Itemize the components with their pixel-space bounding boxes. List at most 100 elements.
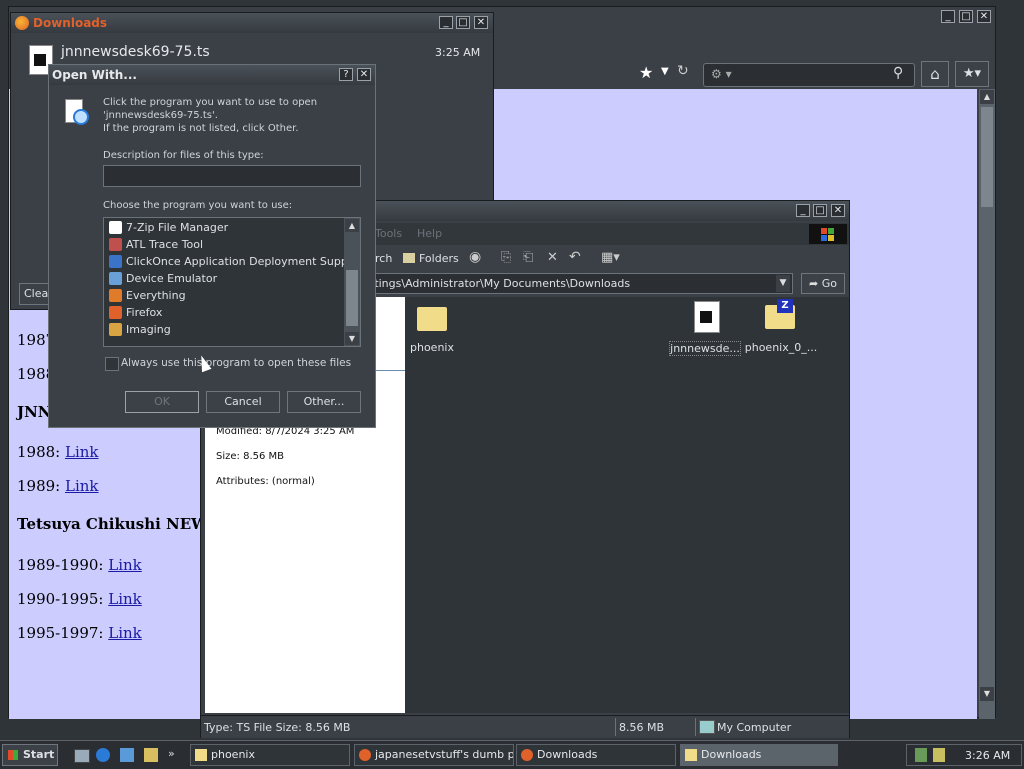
folders-button[interactable]: Folders [419, 252, 459, 265]
browser-maximize-button[interactable]: □ [959, 10, 973, 23]
explorer-maximize-button[interactable]: □ [813, 204, 827, 217]
delete-icon[interactable]: ✕ [547, 250, 558, 265]
clock: 3:26 AM [965, 749, 1011, 762]
page-link[interactable]: Link [65, 443, 99, 461]
browser-close-button[interactable]: ✕ [977, 10, 991, 23]
scroll-up-arrow-icon[interactable]: ▲ [980, 90, 994, 104]
sync-icon[interactable]: ◉ [469, 249, 481, 265]
status-middle: 8.56 MB [619, 721, 665, 734]
program-list[interactable]: 7-Zip File Manager ATL Trace Tool ClickOnc… [103, 217, 361, 347]
firefox-icon [15, 16, 29, 30]
tray-network-icon[interactable] [915, 748, 927, 762]
other-button[interactable]: Other... [287, 391, 361, 413]
program-name: Device Emulator [126, 272, 218, 285]
program-item[interactable]: 7-Zip File Manager [108, 219, 228, 236]
program-item[interactable]: ClickOnce Application Deployment Suppor.… [108, 253, 360, 270]
search-engine-icon[interactable]: ⚙ ▾ [711, 67, 732, 81]
dialog-close-button[interactable]: ✕ [357, 68, 371, 81]
page-link[interactable]: Link [108, 624, 142, 642]
file-area: phoenix jnnnewsde... Z phoenix_0_... [405, 297, 849, 713]
scroll-down-arrow-icon[interactable]: ▼ [980, 687, 994, 701]
tray-app-icon[interactable] [933, 748, 945, 762]
folders-icon [403, 253, 415, 263]
reload-icon[interactable]: ↻ [677, 63, 689, 79]
open-with-titlebar[interactable]: Open With... [49, 65, 375, 85]
search-magnifier-icon[interactable]: ⚲ [893, 65, 903, 81]
explorer-close-button[interactable]: ✕ [831, 204, 845, 217]
page-line: 1995-1997: Link [17, 624, 142, 642]
dropdown-arrow-icon[interactable]: ▼ [661, 66, 669, 77]
search-button-label[interactable]: rch [375, 252, 392, 265]
scroll-thumb[interactable] [981, 107, 993, 207]
page-line-label: 1989: [17, 477, 65, 495]
page-line-label: 1989-1990: [17, 556, 109, 574]
description-field[interactable] [103, 165, 361, 187]
file-item-phoenix-zip[interactable]: Z phoenix_0_... [741, 297, 821, 357]
undo-icon[interactable]: ↶ [569, 249, 581, 265]
start-button[interactable]: Start [2, 744, 58, 766]
program-icon [109, 255, 122, 268]
quicklaunch-desktop-icon[interactable] [74, 749, 90, 763]
move-to-icon[interactable]: ⎘ [501, 250, 511, 265]
help-button[interactable]: ? [339, 68, 353, 81]
program-item[interactable]: Firefox [108, 304, 162, 321]
cancel-button[interactable]: Cancel [206, 391, 280, 413]
file-item-phoenix[interactable]: phoenix [409, 301, 455, 354]
taskbar-item[interactable]: phoenix [190, 744, 350, 766]
downloads-titlebar[interactable]: Downloads [11, 13, 493, 33]
views-icon[interactable]: ▦▾ [601, 250, 620, 265]
search-box[interactable] [703, 63, 915, 87]
go-arrow-icon: ➦ [809, 277, 819, 290]
program-list-scrollbar[interactable]: ▲ ▼ [344, 218, 360, 346]
status-bar: Type: TS File Size: 8.56 MB 8.56 MB My C… [201, 715, 849, 738]
explorer-minimize-button[interactable]: _ [796, 204, 810, 217]
address-value: ttings\Administrator\My Documents\Downlo… [370, 277, 631, 290]
file-name: phoenix [410, 341, 454, 354]
taskbar-item[interactable]: Downloads [516, 744, 676, 766]
page-link[interactable]: Link [65, 477, 99, 495]
program-name: ATL Trace Tool [126, 238, 204, 251]
page-link[interactable]: Link [108, 556, 142, 574]
ok-button[interactable]: OK [125, 391, 199, 413]
page-line: 1988: Link [17, 443, 99, 461]
menu-item-tools[interactable]: Tools [375, 227, 402, 240]
go-button[interactable]: ➦ Go [801, 273, 845, 294]
program-item[interactable]: ATL Trace Tool [108, 236, 203, 253]
taskbar-item[interactable]: Downloads [680, 744, 838, 766]
always-use-label[interactable]: Always use this program to open these fi… [121, 357, 351, 369]
list-scroll-down-icon[interactable]: ▼ [345, 332, 359, 345]
downloads-close-button[interactable]: ✕ [474, 16, 488, 29]
quicklaunch-more-icon[interactable]: » [168, 747, 175, 760]
page-scrollbar[interactable]: ▲ ▼ [979, 89, 995, 719]
home-button[interactable]: ⌂ [921, 61, 949, 87]
program-icon [109, 272, 122, 285]
file-name: phoenix_0_... [744, 341, 818, 354]
program-item[interactable]: Everything [108, 287, 186, 304]
program-item[interactable]: Device Emulator [108, 270, 217, 287]
quicklaunch-media-icon[interactable] [120, 748, 134, 762]
bookmark-star-icon[interactable]: ★ [639, 63, 653, 82]
bookmarks-button[interactable]: ★▾ [955, 61, 989, 87]
list-scroll-thumb[interactable] [346, 270, 358, 326]
list-scroll-up-icon[interactable]: ▲ [345, 219, 359, 232]
search-document-icon [63, 97, 89, 127]
program-item[interactable]: Imaging [108, 321, 171, 338]
ts-file-item[interactable]: jnnnewsde... [669, 297, 741, 357]
program-icon [109, 238, 122, 251]
page-line: 1989: Link [17, 477, 99, 495]
details-attributes: Attributes: (normal) [216, 476, 315, 487]
address-field[interactable]: ttings\Administrator\My Documents\Downlo… [361, 273, 793, 294]
quicklaunch-explorer-icon[interactable] [144, 748, 158, 762]
address-dropdown-icon[interactable]: ▼ [776, 275, 790, 292]
taskbar-item[interactable]: japanesetvstuff's dumb pl... [354, 744, 514, 766]
page-link[interactable]: Link [108, 590, 142, 608]
status-right: My Computer [717, 721, 792, 734]
copy-to-icon[interactable]: ⎗ [523, 250, 533, 265]
downloads-maximize-button[interactable]: □ [456, 16, 470, 29]
download-file-name[interactable]: jnnnewsdesk69-75.ts [61, 44, 210, 60]
menu-item-help[interactable]: Help [417, 227, 442, 240]
always-use-checkbox[interactable] [105, 357, 119, 371]
downloads-minimize-button[interactable]: _ [439, 16, 453, 29]
browser-minimize-button[interactable]: _ [941, 10, 955, 23]
quicklaunch-ie-icon[interactable] [96, 748, 110, 762]
